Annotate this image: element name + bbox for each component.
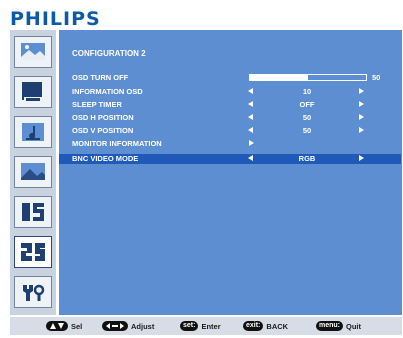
advanced-option-icon[interactable] <box>14 276 52 308</box>
hint-adjust: Adjust <box>102 320 154 332</box>
menu-panel: CONFIGURATION 2 OSD TURN OFF 50 INFORMAT… <box>59 30 402 315</box>
up-down-key-icon <box>46 321 68 331</box>
menu-item-osd-h-position[interactable]: OSD H POSITION 50 <box>59 113 401 123</box>
picture-icon[interactable] <box>14 36 52 68</box>
arrow-right-icon[interactable] <box>359 88 364 94</box>
hint-label: BACK <box>266 321 289 331</box>
menu-item-value: 50 <box>302 126 312 135</box>
hint-label: Enter <box>201 321 221 331</box>
hint-back: exit: BACK <box>243 320 288 332</box>
arrow-right-icon[interactable] <box>359 155 364 161</box>
brand-logo: PHILIPS <box>10 8 101 30</box>
menu-item-label: OSD V POSITION <box>72 126 134 135</box>
arrow-left-icon[interactable] <box>248 155 253 161</box>
arrow-enter-icon[interactable] <box>249 140 254 146</box>
menu-item-sleep-timer[interactable]: SLEEP TIMER OFF <box>59 100 401 110</box>
menu-item-label: MONITOR INFORMATION <box>72 139 162 148</box>
configuration-2-icon[interactable] <box>14 236 52 268</box>
arrow-right-icon[interactable] <box>359 127 364 133</box>
left-right-key-icon <box>102 321 128 331</box>
menu-item-label: SLEEP TIMER <box>72 100 122 109</box>
menu-item-osd-turn-off[interactable]: OSD TURN OFF 50 <box>59 73 401 83</box>
arrow-right-icon[interactable] <box>359 114 364 120</box>
screen-icon[interactable] <box>14 76 52 108</box>
hint-label: Sel <box>71 321 83 331</box>
menu-item-bnc-video-mode[interactable]: BNC VIDEO MODE RGB <box>59 154 401 164</box>
configuration-1-icon[interactable] <box>14 196 52 228</box>
audio-icon[interactable] <box>14 116 52 148</box>
menu-item-label: INFORMATION OSD <box>72 87 143 96</box>
arrow-left-icon[interactable] <box>248 127 253 133</box>
landscape-icon[interactable] <box>14 156 52 188</box>
hint-enter: set: Enter <box>180 320 221 332</box>
osd-turn-off-slider[interactable] <box>249 74 367 81</box>
hint-select: Sel <box>46 320 82 332</box>
menu-item-value: 50 <box>302 113 312 122</box>
menu-item-value: RGB <box>298 154 316 163</box>
hint-label: Quit <box>346 321 361 331</box>
exit-key-icon: exit: <box>243 321 264 331</box>
menu-item-monitor-information[interactable]: MONITOR INFORMATION <box>59 139 401 149</box>
slider-fill <box>250 75 308 80</box>
menu-item-value: 10 <box>302 87 312 96</box>
set-key-icon: set: <box>180 321 199 331</box>
hint-label: Adjust <box>131 321 155 331</box>
key-hint-bar: Sel Adjust set: Enter exit: BACK menu: Q… <box>10 317 402 335</box>
menu-item-label: OSD TURN OFF <box>72 73 129 82</box>
menu-item-value: OFF <box>299 100 315 109</box>
menu-item-label: OSD H POSITION <box>72 113 134 122</box>
slider-value: 50 <box>372 73 381 82</box>
menu-item-information-osd[interactable]: INFORMATION OSD 10 <box>59 87 401 97</box>
menu-item-osd-v-position[interactable]: OSD V POSITION 50 <box>59 126 401 136</box>
arrow-right-icon[interactable] <box>359 101 364 107</box>
arrow-left-icon[interactable] <box>248 101 253 107</box>
page-title: CONFIGURATION 2 <box>72 49 146 58</box>
arrow-left-icon[interactable] <box>248 88 253 94</box>
hint-quit: menu: Quit <box>316 320 361 332</box>
arrow-left-icon[interactable] <box>248 114 253 120</box>
sidebar <box>10 30 56 315</box>
menu-key-icon: menu: <box>316 321 343 331</box>
osd-window: PHILIPS CONFIGURATION 2 OSD TURN OFF 50 … <box>3 3 402 335</box>
menu-item-label: BNC VIDEO MODE <box>72 154 139 163</box>
